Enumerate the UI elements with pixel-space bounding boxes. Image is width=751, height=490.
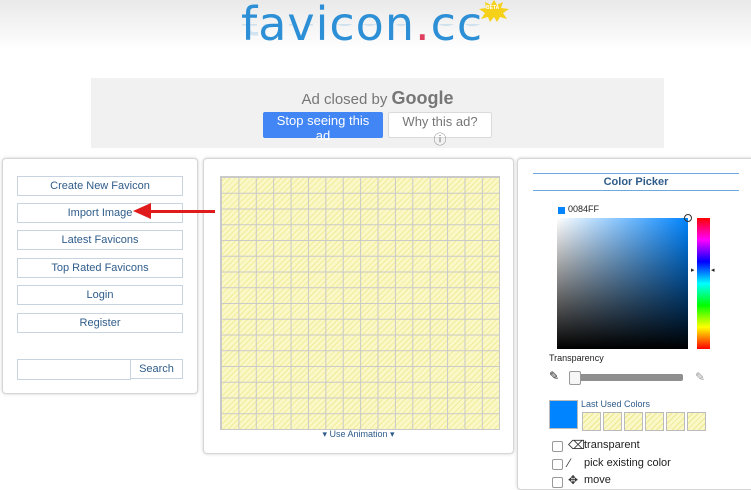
ad-closed-label: Ad closed by [301,91,388,108]
beta-badge-text: BETA [486,5,500,11]
move-option-label: move [584,474,611,486]
last-used-color-swatch[interactable] [666,412,685,431]
navigation-panel: Create New Favicon Import Image Latest F… [2,158,198,394]
transparent-option-label: transparent [584,439,640,451]
search-input[interactable] [17,359,131,380]
transparent-checkbox[interactable] [552,441,563,452]
last-used-color-swatch[interactable] [582,412,601,431]
why-this-ad-label: Why this ad? [402,114,478,129]
pick-existing-color-checkbox[interactable] [552,459,563,470]
stop-seeing-ad-button[interactable]: Stop seeing this ad [263,112,383,143]
color-picker-title: Color Picker [533,173,739,191]
last-used-colors-label: Last Used Colors [581,399,651,409]
eyedropper-icon: ⁄ [568,456,571,470]
color-picker-panel: Color Picker 0084FF ▸ ◂ Transparency ✎ ✎… [517,158,751,490]
hue-marker-left-icon: ▸ [691,267,695,274]
latest-favicons-button[interactable]: Latest Favicons [17,230,183,250]
beta-badge-icon [479,0,509,22]
ad-container: Ad closed by Google Stop seeing this ad … [91,78,664,148]
use-animation-toggle[interactable]: ▾ Use Animation ▾ [204,429,513,440]
why-this-ad-button[interactable]: Why this ad? ⓘ [388,112,492,147]
google-logo: Google [391,88,454,108]
current-color-swatch[interactable] [549,400,578,429]
saturation-value-picker[interactable] [557,218,688,349]
search-button[interactable]: Search [130,359,183,379]
register-button[interactable]: Register [17,313,183,333]
move-checkbox[interactable] [552,477,563,488]
last-used-color-swatch[interactable] [687,412,706,431]
eraser-icon: ⌫ [568,438,585,452]
transparency-label: Transparency [549,353,604,363]
color-hex-value[interactable]: 0084FF [568,204,599,214]
login-button[interactable]: Login [17,285,183,305]
color-picker-handle[interactable] [684,214,692,222]
opaque-pen-icon: ✎ [549,369,560,383]
last-used-color-swatch[interactable] [624,412,643,431]
transparency-slider-knob[interactable] [569,371,581,385]
header: favicon.cc favicon.cc BETA [0,0,751,72]
annotation-arrow-line [150,210,215,213]
hue-slider[interactable] [697,218,710,349]
transparency-slider[interactable] [572,374,683,381]
annotation-arrow-icon [133,203,151,219]
last-used-color-swatch[interactable] [645,412,664,431]
hue-marker-right-icon: ◂ [711,267,715,274]
ad-closed-text: Ad closed by Google [91,88,664,109]
current-color-swatch-small [558,207,565,214]
logo-reflection: favicon.cc [241,24,483,46]
last-used-color-swatch[interactable] [603,412,622,431]
pick-existing-color-label: pick existing color [584,457,671,469]
pixel-grid-canvas[interactable] [220,176,500,430]
info-icon: ⓘ [433,132,447,147]
editor-panel: ▾ Use Animation ▾ [203,158,514,454]
top-rated-favicons-button[interactable]: Top Rated Favicons [17,258,183,278]
create-new-favicon-button[interactable]: Create New Favicon [17,176,183,196]
move-icon: ✥ [568,473,579,487]
transparent-pen-icon: ✎ [695,370,706,384]
import-image-button[interactable]: Import Image [17,203,183,223]
